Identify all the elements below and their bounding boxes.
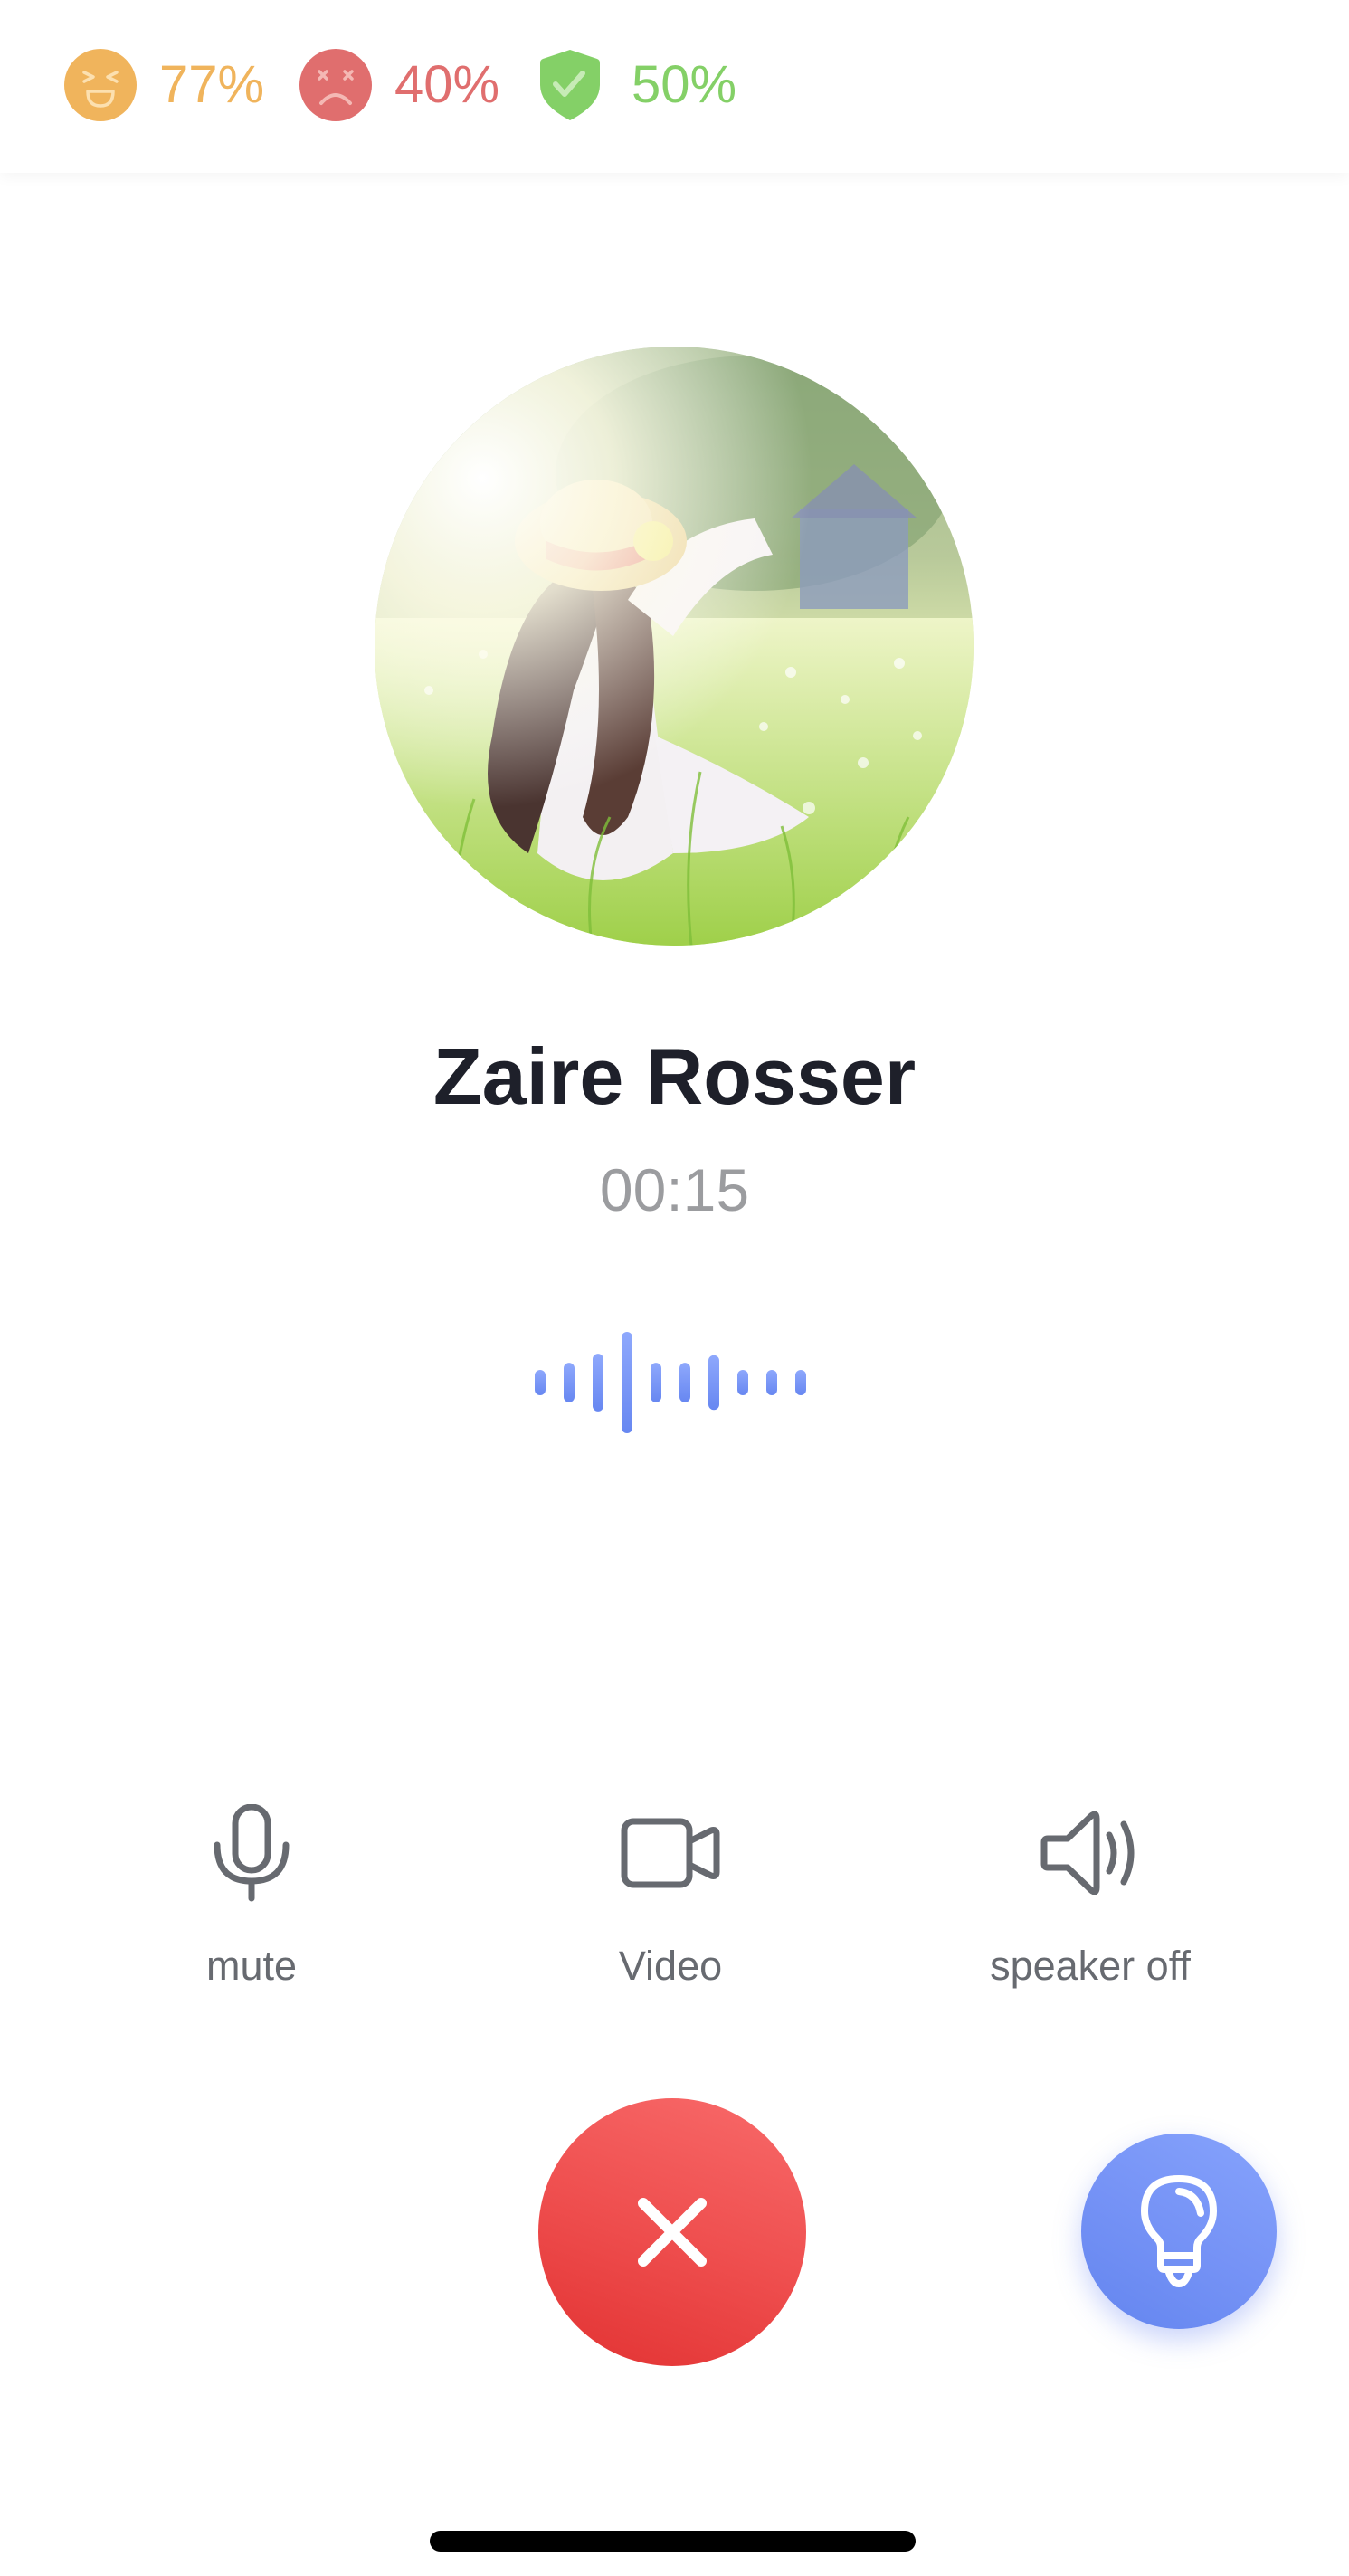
happy-stat: 77% xyxy=(64,49,264,121)
happy-percentage: 77% xyxy=(159,55,265,114)
tips-button[interactable] xyxy=(1081,2134,1277,2329)
video-button[interactable]: Video xyxy=(535,1801,806,2000)
speaker-label: speaker off xyxy=(990,1943,1191,1989)
lightbulb-icon xyxy=(1141,2175,1217,2287)
safety-percentage: 50% xyxy=(632,55,737,114)
contact-photo xyxy=(375,347,974,946)
laughing-face-icon xyxy=(64,49,137,121)
video-camera-icon xyxy=(621,1818,720,1887)
mute-label: mute xyxy=(205,1943,298,1989)
close-icon xyxy=(638,2198,707,2267)
sad-stat: 40% xyxy=(299,49,499,121)
mute-button[interactable]: mute xyxy=(116,1801,387,2000)
speaker-icon xyxy=(1040,1811,1135,1895)
safety-stat: 50% xyxy=(540,49,736,121)
shield-check-icon xyxy=(540,50,600,120)
waveform-bar xyxy=(651,1363,661,1402)
end-call-button[interactable] xyxy=(538,2098,806,2366)
status-header: 77% 40% 50% xyxy=(0,0,1349,173)
contact-name: Zaire Rosser xyxy=(432,1031,917,1121)
microphone-icon xyxy=(214,1803,290,1901)
speaker-button[interactable]: speaker off xyxy=(955,1801,1226,2000)
waveform-bar xyxy=(679,1363,690,1402)
contact-avatar xyxy=(375,347,974,946)
waveform-bar xyxy=(593,1354,603,1412)
waveform-bar xyxy=(622,1332,632,1433)
video-label: Video xyxy=(618,1943,723,1989)
sad-percentage: 40% xyxy=(394,55,500,114)
home-indicator[interactable] xyxy=(430,2531,916,2552)
waveform-bar xyxy=(766,1370,777,1395)
waveform-bar xyxy=(737,1370,748,1395)
voice-waveform-icon xyxy=(535,1332,806,1433)
waveform-bar xyxy=(564,1363,575,1402)
waveform-bar xyxy=(708,1355,719,1411)
call-duration: 00:15 xyxy=(599,1156,750,1223)
waveform-bar xyxy=(535,1370,546,1395)
dizzy-sad-face-icon xyxy=(299,49,372,121)
waveform-bar xyxy=(795,1370,806,1395)
